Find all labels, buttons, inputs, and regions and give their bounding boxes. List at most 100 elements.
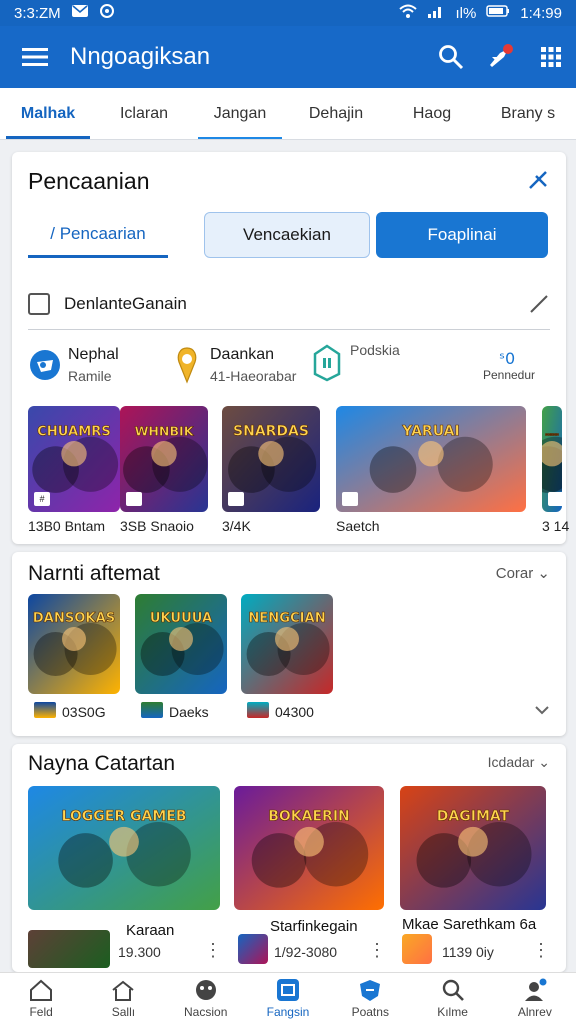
svg-text:UKUUUA: UKUUUA (150, 611, 213, 626)
game-cover-art: LOGGER GAMEB (28, 786, 220, 910)
rocket-icon (490, 44, 513, 67)
category-pennedur-label: Pennedur (482, 368, 536, 382)
search-result-card[interactable]: NOIEHIH (542, 406, 562, 512)
search-button[interactable] (426, 26, 476, 88)
game-cover-art: DAGIMAT (400, 786, 546, 910)
category-daankan-title: Daankan (210, 346, 275, 363)
featured-game-label: 04300 (275, 704, 314, 720)
category-pennedur[interactable]: ˢ0 Pennedur (460, 338, 558, 392)
search-result-card[interactable]: WHNBIK (120, 406, 208, 512)
tab-dehajin[interactable]: Dehajin (288, 88, 384, 139)
category-daankan[interactable]: Daankan 41-Haeorabar (170, 338, 310, 392)
nav-item-label: Kılme (437, 1005, 468, 1019)
svg-text:ˢ0: ˢ0 (499, 349, 515, 368)
nav-item-4[interactable]: Poatns (329, 973, 411, 1024)
category-podskia-title: Podskia (350, 342, 400, 358)
notification-button[interactable] (476, 26, 526, 88)
svg-text:WHNBIK: WHNBIK (135, 424, 195, 439)
svg-text:NOIEHIH: NOIEHIH (545, 433, 559, 437)
more-options-icon[interactable]: ⋮ (532, 940, 550, 961)
game-cover-art: BOKAERIN (234, 786, 384, 910)
game-cover-art: DANSOKAS (28, 594, 120, 694)
battery-icon (486, 4, 510, 22)
signal-icon (427, 4, 445, 22)
search-result-label: 3 14 (542, 518, 570, 534)
clock: 3:3:ZM (14, 4, 61, 22)
category-nephal-sub: Ramile (68, 368, 112, 384)
close-button[interactable] (524, 166, 552, 194)
search-result-label: 13B0 Bntam (28, 518, 106, 534)
edit-icon[interactable] (528, 293, 550, 315)
nav-item-3[interactable]: Fangsin (247, 973, 329, 1024)
tab-malhak[interactable]: Malhak (0, 88, 96, 139)
chevron-down-icon[interactable] (534, 704, 550, 716)
search-icon (442, 979, 464, 1001)
game-cover-art: UKUUUA (135, 594, 227, 694)
game-cover-art: YARUAI (336, 406, 526, 512)
game-mini-icon (247, 702, 269, 718)
nav-item-6[interactable]: Alnrev (494, 973, 576, 1024)
profile-icon (524, 978, 547, 1001)
catalog-game-card[interactable]: LOGGER GAMEB (28, 786, 220, 910)
category-shortcuts: Nephal Ramile Daankan 41-Haeorabar Podskia… (28, 338, 558, 392)
category-daankan-sub: 41-Haeorabar (210, 368, 297, 384)
tab-jangan[interactable]: Jangan (192, 88, 288, 139)
category-nephal[interactable]: Nephal Ramile (28, 338, 170, 392)
nav-item-label: Sallı (111, 1005, 136, 1019)
menu-button[interactable] (0, 26, 70, 88)
more-options-icon[interactable]: ⋮ (368, 940, 386, 961)
featured-game-card[interactable]: NENGCIAN (241, 594, 333, 694)
section-narnti-more[interactable]: Corar ⌄ (496, 564, 550, 582)
tab-brany[interactable]: Brany s (480, 88, 576, 139)
segment-vencaekian[interactable]: Vencaekian (204, 212, 370, 258)
svg-text:BOKAERIN: BOKAERIN (268, 809, 350, 825)
search-icon (439, 45, 464, 70)
rating-badge (228, 492, 244, 506)
house-icon (112, 980, 135, 1001)
game-cover-art: NENGCIAN (241, 594, 333, 694)
grid-menu-button[interactable] (526, 26, 576, 88)
featured-game-card[interactable]: UKUUUA (135, 594, 227, 694)
svg-text:SNARDAS: SNARDAS (233, 424, 309, 440)
svg-text:NENGCIAN: NENGCIAN (248, 611, 325, 626)
svg-text:YARUAI: YARUAI (401, 424, 459, 440)
face-icon (195, 980, 216, 1000)
rating-badge (342, 492, 358, 506)
nav-item-0[interactable]: Feld (0, 973, 82, 1024)
featured-game-label: Daeks (169, 704, 209, 720)
nav-item-label: Alnrev (517, 1005, 552, 1019)
grid-icon (541, 47, 561, 67)
section-nayna-more[interactable]: Icdadar ⌄ (488, 754, 550, 771)
segment-pencaarian[interactable]: / Pencaarian (28, 212, 168, 258)
tab-haog[interactable]: Haog (384, 88, 480, 139)
nav-item-label: Feld (29, 1005, 53, 1019)
app-bar: Nngoagiksan (0, 26, 576, 88)
search-result-card[interactable]: CHUAMRS # (28, 406, 120, 512)
svg-text:DAGIMAT: DAGIMAT (437, 809, 510, 825)
search-result-label: 3SB Snaoio (120, 518, 194, 534)
featured-game-label: 03S0G (62, 704, 106, 720)
nav-item-5[interactable]: Kılme (411, 973, 493, 1024)
location-pin-icon (177, 347, 197, 384)
nav-item-2[interactable]: Nacsion (165, 973, 247, 1024)
app-title: Nngoagiksan (70, 43, 211, 70)
featured-game-card[interactable]: DANSOKAS (28, 594, 120, 694)
signal-bars-icon: ˢ0 (499, 349, 515, 368)
category-tabs: Malhak Iclaran Jangan Dehajin Haog Brany… (0, 88, 576, 140)
mail-icon (71, 4, 89, 22)
catalog-game-card[interactable]: BOKAERIN (234, 786, 384, 910)
filter-checkbox[interactable] (28, 292, 50, 315)
tab-iclaran[interactable]: Iclaran (96, 88, 192, 139)
catalog-game-subtitle: 1139 0iy (442, 944, 494, 960)
category-nephal-title: Nephal (68, 346, 119, 363)
catalog-game-card[interactable]: DAGIMAT (400, 786, 546, 910)
svg-text:DANSOKAS: DANSOKAS (33, 611, 115, 626)
search-result-card[interactable]: YARUAI (336, 406, 526, 512)
segment-foaplinai[interactable]: Foaplinai (376, 212, 548, 258)
nav-item-1[interactable]: Sallı (82, 973, 164, 1024)
search-card: Pencaanian / Pencaarian Vencaekian Foapl… (12, 152, 570, 544)
search-result-card[interactable]: SNARDAS (222, 406, 320, 512)
category-podskia[interactable]: Podskia (310, 338, 460, 392)
sync-icon (99, 3, 115, 23)
more-options-icon[interactable]: ⋮ (204, 940, 222, 961)
